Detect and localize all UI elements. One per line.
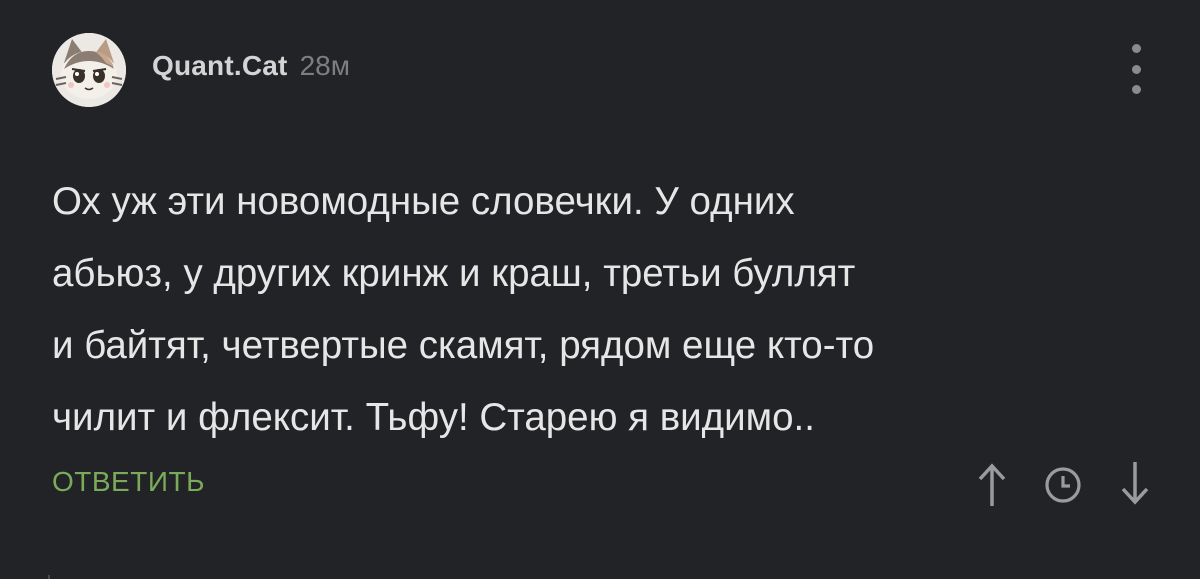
comment-line: чилит и флексит. Тьфу! Старею я видимо.. xyxy=(52,396,815,439)
menu-dot xyxy=(1131,85,1141,94)
cat-avatar-icon[interactable] xyxy=(52,33,126,107)
clock-icon[interactable] xyxy=(1043,465,1083,505)
divider xyxy=(48,575,50,579)
comment-line: абьюз, у других кринж и краш, третьи бул… xyxy=(52,252,856,295)
arrow-down-icon[interactable] xyxy=(1116,458,1154,508)
arrow-up-icon[interactable] xyxy=(973,460,1011,510)
comment-header: Quant.Cat 28м xyxy=(52,33,350,107)
menu-dot xyxy=(1131,64,1141,74)
comment-line: и байтят, четвертые скамят, рядом еще кт… xyxy=(52,324,875,367)
menu-dot xyxy=(1131,44,1141,53)
comment-timestamp: 28м xyxy=(299,50,350,81)
comment-author-link[interactable]: Quant.Cat xyxy=(152,50,288,82)
comment-body: Ох уж эти новомодные словечки. У одних а… xyxy=(52,166,1152,454)
comment-line: Ох уж эти новомодные словечки. У одних xyxy=(52,180,795,223)
vertical-dots-menu-icon[interactable] xyxy=(1124,44,1148,94)
reply-button[interactable]: ОТВЕТИТЬ xyxy=(52,466,205,498)
comment-card: Quant.Cat 28м Ох уж эти новомодные слове… xyxy=(0,0,1200,579)
